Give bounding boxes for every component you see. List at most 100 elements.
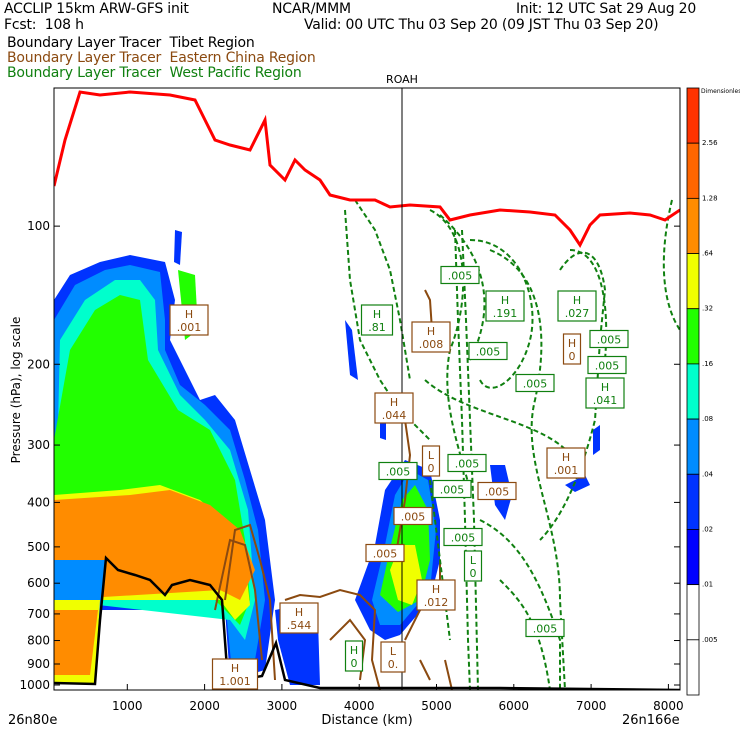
- y-axis-label: Pressure (hPa), log scale: [9, 317, 23, 464]
- init-time: Init: 12 UTC Sat 29 Aug 20: [516, 1, 697, 17]
- contour-label: .005: [440, 265, 480, 285]
- svg-text:L: L: [428, 449, 435, 462]
- svg-text:0: 0: [351, 657, 358, 670]
- contour-label: .005: [447, 453, 487, 473]
- y-tick-label: 1000: [19, 678, 50, 692]
- contour-label: .005: [378, 461, 418, 481]
- y-tick-label: 100: [27, 219, 50, 233]
- colorbar: Dimensionless 2.56 1.28 .64 .32 .16 .08 .04 .02.…: [686, 87, 740, 696]
- svg-text:.027: .027: [565, 307, 590, 320]
- colorbar-level: .16: [702, 360, 714, 368]
- svg-text:H: H: [568, 337, 576, 350]
- contour-label: L0: [463, 550, 483, 582]
- roah-label: ROAH: [386, 73, 418, 86]
- contour-label: H.027: [557, 290, 597, 322]
- svg-text:.005: .005: [455, 458, 480, 471]
- svg-text:.005: .005: [533, 623, 558, 636]
- svg-text:1.001: 1.001: [219, 675, 251, 688]
- y-tick-label: 300: [27, 438, 50, 452]
- contour-label: H.001: [546, 447, 586, 479]
- x-tick-label: 5000: [421, 699, 452, 713]
- contour-label: H.001: [169, 304, 209, 336]
- svg-text:.005: .005: [485, 486, 510, 499]
- contour-label: H0: [562, 333, 582, 365]
- colorbar-swatch: [686, 584, 700, 641]
- svg-text:.005: .005: [523, 378, 548, 391]
- colorbar-level: 1.28: [702, 194, 718, 202]
- svg-text:.005: .005: [595, 360, 620, 373]
- svg-text:.005: .005: [401, 511, 426, 524]
- contour-label: .005: [468, 341, 508, 361]
- y-tick-label: 900: [27, 657, 50, 671]
- svg-text:0: 0: [569, 350, 576, 363]
- svg-text:0: 0: [470, 567, 477, 580]
- x-tick-label: 2000: [189, 699, 220, 713]
- svg-text:.001: .001: [177, 321, 202, 334]
- svg-text:H: H: [390, 396, 398, 409]
- left-endpoint: 26n80e: [8, 713, 57, 728]
- right-endpoint: 26n166e: [622, 713, 680, 728]
- svg-text:.544: .544: [287, 619, 312, 632]
- svg-text:.005: .005: [476, 346, 501, 359]
- colorbar-level: .32: [702, 305, 713, 313]
- colorbar-level: .005: [702, 636, 718, 644]
- svg-text:0: 0: [428, 462, 435, 475]
- colorbar-swatch: [686, 197, 700, 254]
- svg-text:.005: .005: [451, 532, 476, 545]
- x-tick-label: 3000: [267, 699, 298, 713]
- colorbar-swatch: [686, 142, 700, 199]
- colorbar-swatch: [686, 87, 700, 144]
- x-tick-label: 1000: [112, 699, 143, 713]
- svg-text:.001: .001: [554, 464, 579, 477]
- svg-text:.005: .005: [440, 484, 465, 497]
- svg-text:.005: .005: [597, 334, 622, 347]
- colorbar-swatch: [686, 473, 700, 530]
- contour-label: H.044: [374, 392, 414, 424]
- contour-label: .005: [477, 481, 517, 501]
- colorbar-swatch: [686, 253, 700, 310]
- x-tick-label: 6000: [499, 699, 530, 713]
- svg-text:.005: .005: [386, 466, 411, 479]
- forecast-hour: Fcst: 108 h: [4, 17, 84, 33]
- svg-text:.008: .008: [419, 338, 444, 351]
- org-label: NCAR/MMM: [272, 1, 351, 17]
- x-tick-label: 4000: [344, 699, 375, 713]
- y-tick-label: 400: [27, 495, 50, 509]
- colorbar-level: .08: [702, 415, 713, 423]
- svg-text:L: L: [390, 645, 397, 658]
- contour-label: H.191: [485, 290, 525, 322]
- svg-text:H: H: [427, 325, 435, 338]
- svg-text:.81: .81: [368, 321, 386, 334]
- svg-text:.005: .005: [448, 270, 473, 283]
- colorbar-swatch: [686, 418, 700, 475]
- svg-text:.044: .044: [382, 409, 407, 422]
- x-tick-label: 7000: [576, 699, 607, 713]
- y-tick-label: 600: [27, 576, 50, 590]
- contour-label: H1.001: [211, 658, 259, 690]
- red-line: [54, 90, 680, 248]
- svg-text:H: H: [350, 644, 358, 657]
- svg-text:H: H: [373, 308, 381, 321]
- colorbar-level: .01: [702, 581, 713, 589]
- svg-text:H: H: [562, 451, 570, 464]
- contour-label: .005: [515, 373, 555, 393]
- y-tick-label: 500: [27, 540, 50, 554]
- colorbar-swatch: [686, 529, 700, 586]
- contour-label: H0: [344, 640, 364, 672]
- contour-label: H.544: [279, 602, 319, 634]
- svg-text:.191: .191: [493, 307, 518, 320]
- contour-label: H.81: [360, 304, 394, 336]
- valid-time: Valid: 00 UTC Thu 03 Sep 20 (09 JST Thu …: [304, 17, 659, 33]
- model-title: ACCLIP 15km ARW-GFS init: [4, 1, 189, 17]
- contour-label: L0.: [380, 641, 406, 673]
- svg-text:H: H: [601, 381, 609, 394]
- contour-label: H.008: [411, 321, 451, 353]
- contour-label: .005: [443, 527, 483, 547]
- x-axis-label: Distance (km): [321, 713, 412, 728]
- contour-label: H.012: [416, 579, 456, 611]
- svg-text:.041: .041: [593, 394, 618, 407]
- svg-text:.005: .005: [373, 548, 398, 561]
- legend-west-pacific: Boundary Layer Tracer West Pacific Regio…: [7, 65, 302, 81]
- contour-label: L0: [421, 445, 441, 477]
- colorbar-swatch: [686, 639, 700, 696]
